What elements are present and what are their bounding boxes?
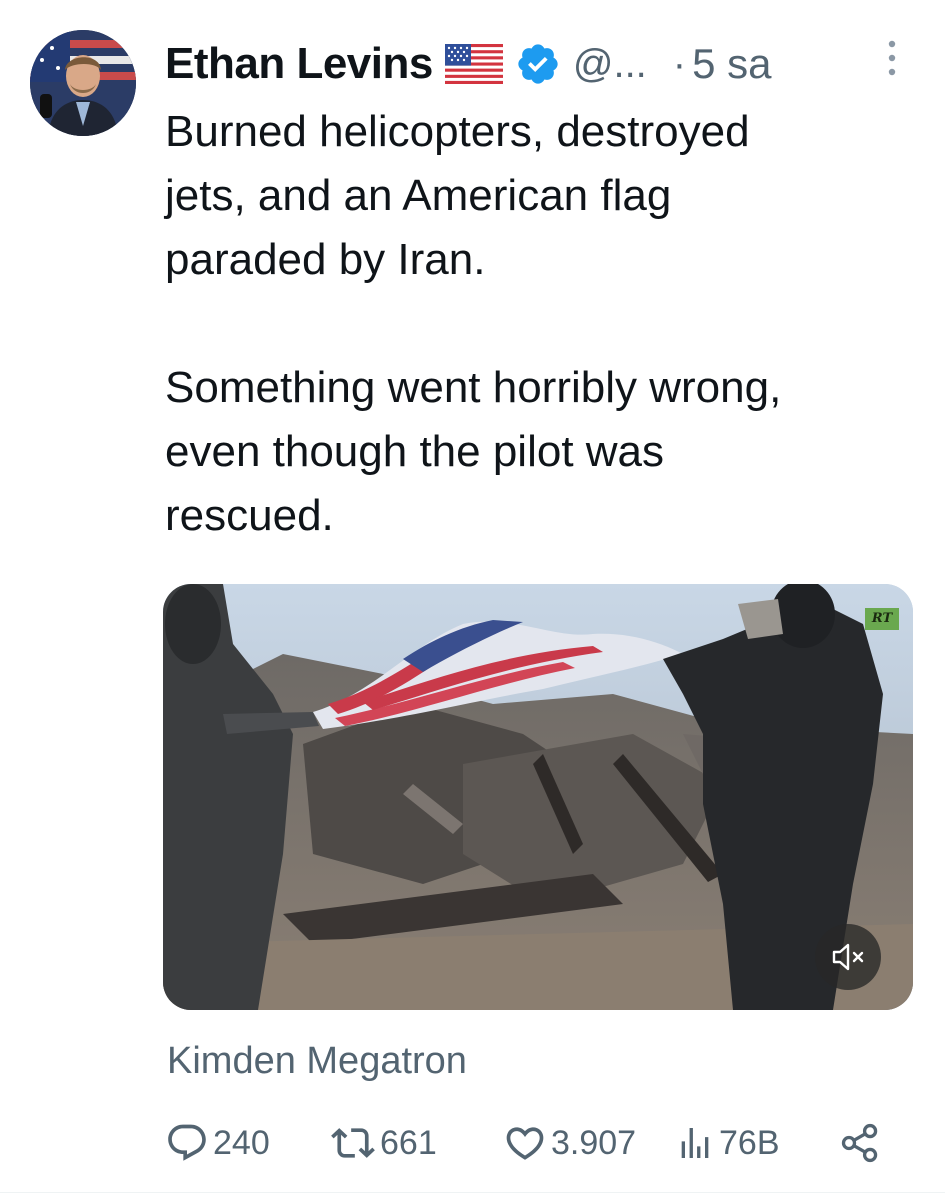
repost-count: 661: [380, 1123, 437, 1162]
tweet-header: Ethan Levins @... · 5 sa: [165, 36, 905, 92]
timestamp[interactable]: 5 sa: [692, 40, 771, 88]
author-handle[interactable]: @...: [573, 42, 647, 87]
avatar-image: [30, 30, 136, 136]
paragraph-break: [165, 292, 925, 356]
reply-count: 240: [213, 1123, 270, 1162]
author-display-name[interactable]: Ethan Levins: [165, 39, 433, 89]
views-button[interactable]: 76B: [675, 1118, 780, 1168]
tweet: Ethan Levins @... · 5 sa Burned helicopt…: [0, 0, 945, 1200]
verified-badge-icon[interactable]: [515, 41, 561, 87]
mute-toggle-button[interactable]: [815, 924, 881, 990]
divider: [0, 1192, 945, 1193]
tweet-text-line: even though the pilot was: [165, 427, 665, 476]
tweet-text: Burned helicopters, destroyed jets, and …: [165, 100, 925, 548]
video-player[interactable]: RT: [163, 584, 913, 1010]
tweet-text-line: rescued.: [165, 491, 334, 540]
video-frame: [163, 584, 913, 1010]
views-chart-icon: [681, 1128, 709, 1158]
views-count: 76B: [719, 1123, 780, 1162]
repost-icon: [331, 1128, 375, 1158]
speaker-muted-icon: [832, 943, 864, 971]
like-count: 3.907: [551, 1123, 637, 1162]
us-flag-icon: [444, 44, 503, 84]
more-options-icon[interactable]: [882, 38, 902, 78]
avatar[interactable]: [30, 30, 136, 136]
source-attribution[interactable]: Kimden Megatron: [167, 1040, 467, 1083]
tweet-text-line: Burned helicopters, destroyed: [165, 107, 750, 156]
rt-watermark-logo: RT: [865, 608, 899, 630]
action-bar: 240 661 3.907 76B: [165, 1118, 895, 1168]
like-button[interactable]: 3.907: [503, 1118, 636, 1168]
reply-button[interactable]: 240: [165, 1118, 270, 1168]
tweet-text-line: jets, and an American flag: [165, 171, 672, 220]
share-button[interactable]: [837, 1118, 883, 1168]
share-nodes-icon: [841, 1123, 878, 1163]
reply-icon: [168, 1124, 206, 1161]
separator-dot: ·: [672, 41, 687, 86]
tweet-text-line: paraded by Iran.: [165, 235, 486, 284]
tweet-text-line: Something went horribly wrong,: [165, 363, 782, 412]
repost-button[interactable]: 661: [330, 1118, 437, 1168]
heart-icon: [506, 1127, 544, 1160]
